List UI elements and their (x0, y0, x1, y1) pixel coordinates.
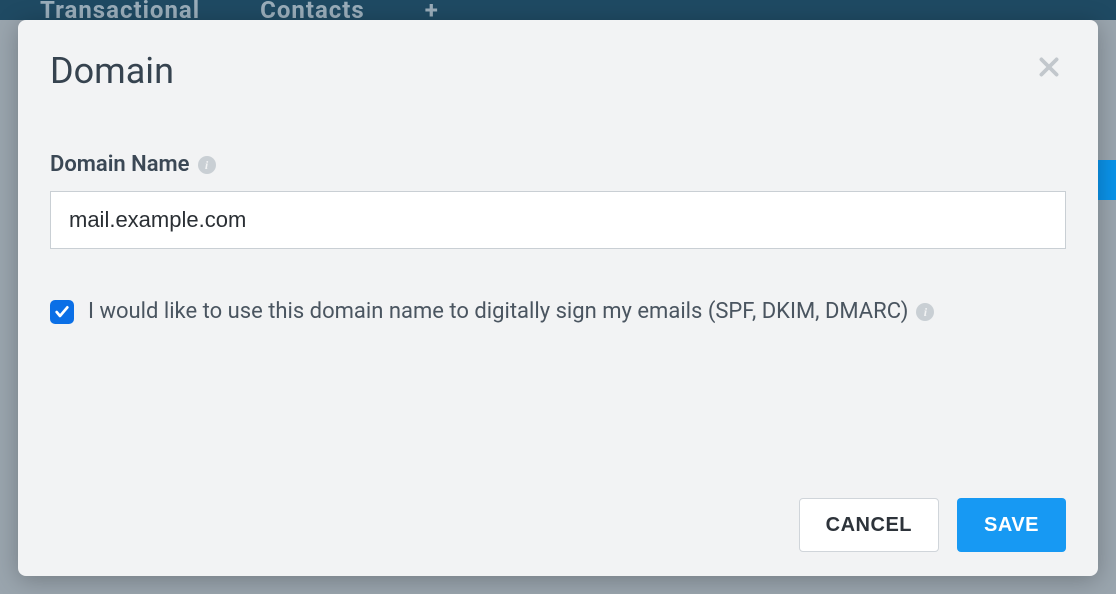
sign-emails-checkbox-label: I would like to use this domain name to … (88, 299, 934, 324)
sign-emails-checkbox[interactable] (50, 300, 74, 324)
cancel-button[interactable]: CANCEL (799, 498, 939, 552)
close-icon (1036, 54, 1062, 80)
spacer (50, 324, 1066, 498)
domain-modal: Domain Domain Name i I would like to use… (18, 20, 1098, 576)
bg-nav-item: Contacts (260, 0, 365, 20)
sign-emails-checkbox-row: I would like to use this domain name to … (50, 299, 1066, 324)
bg-nav-item: Transactional (40, 0, 200, 20)
field-label-row: Domain Name i (50, 152, 1066, 177)
modal-title: Domain (50, 50, 174, 92)
modal-header: Domain (50, 50, 1066, 92)
background-topbar: Transactional Contacts + (0, 0, 1116, 20)
domain-name-label: Domain Name (50, 152, 190, 177)
check-icon (54, 304, 70, 320)
bg-nav-item: + (425, 0, 439, 20)
domain-name-input[interactable] (50, 191, 1066, 249)
background-nav: Transactional Contacts + (40, 0, 439, 20)
modal-footer: CANCEL SAVE (50, 498, 1066, 552)
close-button[interactable] (1032, 50, 1066, 84)
checkbox-label-text: I would like to use this domain name to … (88, 299, 908, 324)
info-icon[interactable]: i (198, 156, 216, 174)
info-icon[interactable]: i (916, 303, 934, 321)
save-button[interactable]: SAVE (957, 498, 1066, 552)
